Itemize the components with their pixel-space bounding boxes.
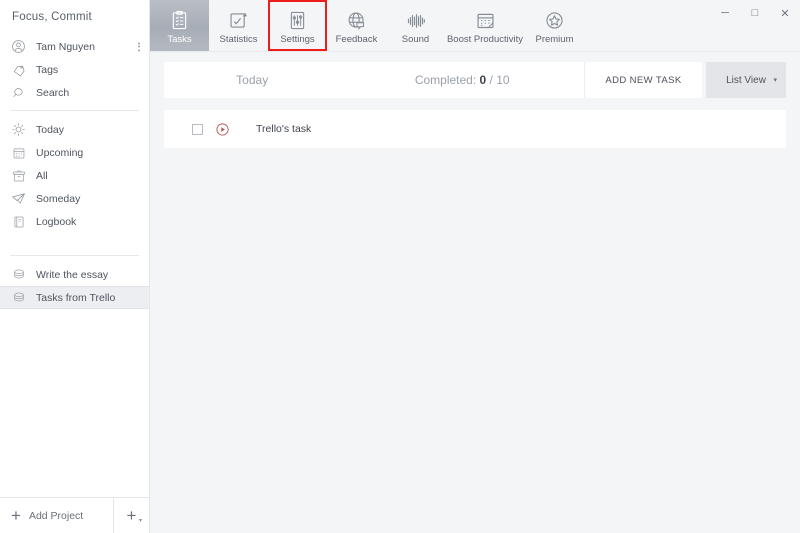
sidebar-account-name: Tam Nguyen [36, 40, 95, 53]
sidebar-nav-section: Today Upcoming All Someday Logbook [0, 116, 149, 233]
main-area: Tasks Statistics Settings Feedback Sound… [150, 0, 800, 533]
waveform-icon [405, 7, 427, 31]
content-header-bar: Today Completed: 0 / 10 ADD NEW TASK Lis… [164, 62, 786, 98]
calendar-boost-icon [475, 7, 496, 31]
maximize-icon[interactable]: □ [740, 0, 770, 26]
tab-label: Boost Productivity [446, 33, 524, 45]
minimize-icon[interactable]: ─ [710, 0, 740, 26]
task-list: Trello's task [164, 110, 786, 148]
plus-icon: + [11, 506, 21, 525]
kebab-menu-icon[interactable] [138, 42, 140, 51]
sidebar-account-section: Tam Nguyen Tags Search [0, 33, 149, 104]
sidebar-divider-projects [10, 255, 139, 256]
tab-feedback[interactable]: Feedback [327, 0, 386, 51]
sidebar-project-write-the-essay[interactable]: Write the essay [0, 263, 149, 286]
sidebar-item-label: Tags [36, 63, 59, 76]
chevron-down-icon: ▾ [138, 518, 142, 524]
sidebar-item-label: Today [36, 123, 65, 136]
header-summary: Today Completed: 0 / 10 [164, 62, 584, 98]
tab-sound[interactable]: Sound [386, 0, 445, 51]
sidebar-item-someday[interactable]: Someday [0, 187, 149, 210]
tab-boost-productivity[interactable]: Boost Productivity [445, 0, 525, 51]
sidebar-item-label: Upcoming [36, 146, 84, 159]
tab-premium[interactable]: Premium [525, 0, 584, 51]
sun-icon [10, 121, 27, 138]
sidebar-item-label: Search [36, 86, 70, 99]
tag-icon [10, 61, 27, 78]
sidebar-item-label: All [36, 169, 48, 182]
close-icon[interactable]: ✕ [770, 0, 800, 26]
sidebar-project-label: Tasks from Trello [36, 291, 116, 304]
completed-suffix: / 10 [486, 73, 510, 87]
today-label: Today [236, 73, 269, 87]
sidebar-item-upcoming[interactable]: Upcoming [0, 141, 149, 164]
task-checkbox[interactable] [192, 123, 203, 135]
top-toolbar: Tasks Statistics Settings Feedback Sound… [150, 0, 800, 52]
book-icon [10, 213, 27, 230]
sidebar-item-account[interactable]: Tam Nguyen [0, 35, 149, 58]
completed-prefix: Completed: [414, 73, 480, 87]
plus-icon: + [126, 506, 137, 525]
sidebar-item-label: Someday [36, 192, 81, 205]
calendar-icon [10, 144, 27, 161]
table-row[interactable]: Trello's task [164, 110, 786, 148]
paper-plane-icon [10, 190, 27, 207]
view-mode-label: List View [726, 74, 766, 86]
view-mode-dropdown[interactable]: List View ▾ [706, 62, 786, 98]
add-new-task-button[interactable]: ADD NEW TASK [584, 62, 702, 98]
add-project-label: Add Project [28, 509, 84, 522]
app-window: Focus, Commit Tam Nguyen Tags Search Tod… [0, 0, 800, 533]
sidebar-project-label: Write the essay [36, 268, 109, 281]
add-project-button[interactable]: + Add Project [0, 498, 113, 533]
sidebar-item-today[interactable]: Today [0, 118, 149, 141]
sidebar-projects-section: Write the essay Tasks from Trello [0, 261, 149, 309]
globe-speech-icon [346, 7, 367, 31]
sidebar-item-logbook[interactable]: Logbook [0, 210, 149, 233]
completed-counter: Completed: 0 / 10 [340, 73, 584, 87]
sidebar-project-tasks-from-trello[interactable]: Tasks from Trello [0, 286, 149, 309]
app-brand-title: Focus, Commit [12, 10, 92, 23]
tab-label: Feedback [335, 33, 378, 45]
sidebar-item-tags[interactable]: Tags [0, 58, 149, 81]
clipboard-checklist-icon [169, 7, 190, 31]
sidebar-item-all[interactable]: All [0, 164, 149, 187]
tab-label: Settings [280, 33, 315, 45]
sidebar-item-search[interactable]: Search [0, 81, 149, 104]
user-circle-icon [10, 38, 27, 55]
tab-statistics[interactable]: Statistics [209, 0, 268, 51]
add-list-button[interactable]: + ▾ [113, 498, 149, 533]
layers-icon [10, 266, 27, 283]
archive-box-icon [10, 167, 27, 184]
tab-settings[interactable]: Settings [268, 0, 327, 51]
tab-label: Tasks [167, 33, 192, 45]
sidebar-item-label: Logbook [36, 215, 77, 228]
tab-label: Premium [535, 33, 574, 45]
content-area: Today Completed: 0 / 10 ADD NEW TASK Lis… [150, 52, 800, 533]
sidebar-footer: + Add Project + ▾ [0, 497, 149, 533]
play-circle-icon[interactable] [215, 122, 230, 137]
sliders-icon [287, 7, 308, 31]
tab-label: Sound [401, 33, 430, 45]
sidebar-divider-top [10, 110, 139, 111]
tab-tasks[interactable]: Tasks [150, 0, 209, 51]
tab-label: Statistics [219, 33, 258, 45]
sidebar: Focus, Commit Tam Nguyen Tags Search Tod… [0, 0, 150, 533]
search-icon [10, 84, 27, 101]
task-title: Trello's task [256, 123, 312, 135]
chevron-down-icon: ▾ [773, 77, 777, 84]
chart-check-icon [228, 7, 249, 31]
layers-icon [10, 289, 27, 306]
star-circle-icon [544, 7, 565, 31]
window-controls: ─ □ ✕ [710, 0, 800, 26]
